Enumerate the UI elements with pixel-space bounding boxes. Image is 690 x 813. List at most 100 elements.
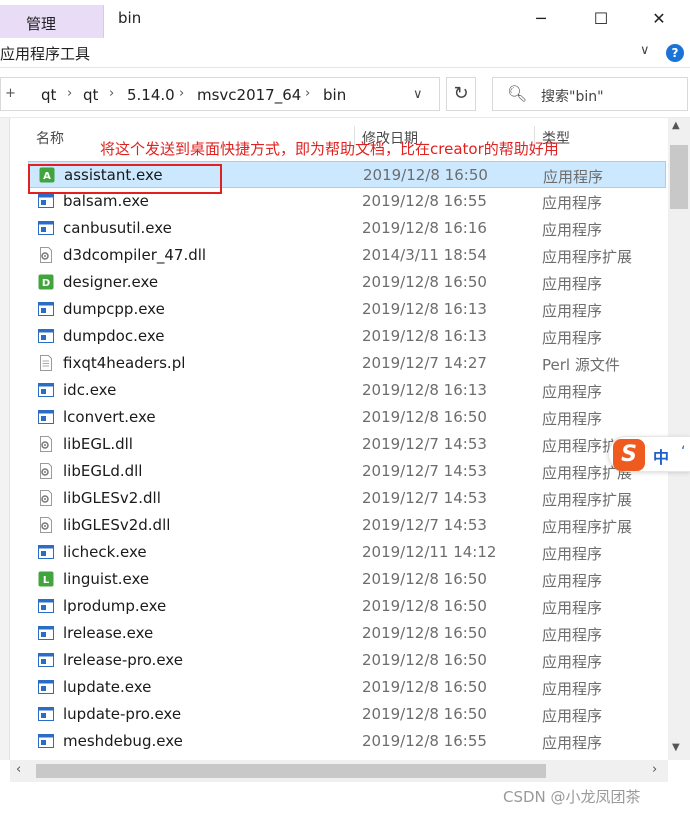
file-type: 应用程序 [542,626,603,644]
chevron-right-icon[interactable]: › [67,86,72,101]
exe-icon [38,625,54,641]
file-row[interactable]: libGLESv2d.dll 2019/12/7 14:53 应用程序扩展 [28,512,666,539]
scroll-right-icon[interactable]: › [652,762,657,777]
file-name[interactable]: dumpcpp.exe [63,300,165,318]
file-row[interactable]: libEGLd.dll 2019/12/7 14:53 应用程序扩展 [28,458,666,485]
exe-icon [38,706,54,722]
breadcrumb-item[interactable]: qt [83,86,98,104]
svg-text:D: D [42,278,50,289]
file-name[interactable]: fixqt4headers.pl [63,354,185,372]
file-row[interactable]: lconvert.exe 2019/12/8 16:50 应用程序 [28,404,666,431]
breadcrumb-current[interactable]: bin [323,86,346,104]
close-button[interactable]: ✕ [636,6,682,32]
file-row[interactable]: libGLESv2.dll 2019/12/7 14:53 应用程序扩展 [28,485,666,512]
file-row[interactable]: Ddesigner.exe 2019/12/8 16:50 应用程序 [28,269,666,296]
ribbon-tab-app-tools[interactable]: 应用程序工具 [0,43,90,64]
help-icon[interactable]: ? [666,44,684,62]
file-name[interactable]: designer.exe [63,273,158,291]
file-name[interactable]: libGLESv2.dll [63,489,161,507]
watermark: CSDN @小龙凤团茶 [503,788,641,806]
file-modified-date: 2019/12/8 16:50 [362,273,487,291]
chevron-down-icon[interactable]: ∨ [640,43,650,58]
file-type: 应用程序 [542,410,603,428]
file-row[interactable]: idc.exe 2019/12/8 16:13 应用程序 [28,377,666,404]
annotation-text: 将这个发送到桌面快捷方式，即为帮助文档，比在creator的帮助好用 [100,140,559,158]
file-name[interactable]: lupdate-pro.exe [63,705,181,723]
refresh-button[interactable]: ↻ [446,77,476,111]
file-modified-date: 2019/12/8 16:16 [362,219,487,237]
manage-tab-label: 管理 [26,15,57,33]
file-name[interactable]: idc.exe [63,381,116,399]
file-name[interactable]: lupdate.exe [63,678,151,696]
search-input[interactable]: 🔍︎ 搜索"bin" [492,77,688,111]
file-name[interactable]: canbusutil.exe [63,219,172,237]
file-row[interactable]: lrelease-pro.exe 2019/12/8 16:50 应用程序 [28,647,666,674]
chevron-right-icon[interactable]: › [179,86,184,101]
dll-icon [38,247,54,263]
file-type: 应用程序扩展 [542,248,633,266]
file-row[interactable]: lupdate.exe 2019/12/8 16:50 应用程序 [28,674,666,701]
file-name[interactable]: lconvert.exe [63,408,156,426]
scroll-down-icon[interactable]: ▼ [672,742,680,753]
file-row[interactable]: lrelease.exe 2019/12/8 16:50 应用程序 [28,620,666,647]
ime-punct-icon[interactable]: ‘ [681,444,685,460]
file-modified-date: 2019/12/8 16:50 [362,597,487,615]
chevron-right-icon[interactable]: + [5,86,16,101]
file-name[interactable]: linguist.exe [63,570,149,588]
chevron-right-icon[interactable]: › [109,86,114,101]
file-name[interactable]: libEGL.dll [63,435,133,453]
address-bar[interactable]: + qt › qt › 5.14.0 › msvc2017_64 › bin ∨ [0,77,440,111]
exe-icon [38,382,54,398]
ime-toolbar[interactable]: S 中 ‘ [608,436,690,472]
file-name[interactable]: libEGLd.dll [63,462,142,480]
search-icon: 🔍︎ [507,84,528,103]
file-name[interactable]: lprodump.exe [63,597,166,615]
file-row[interactable]: dumpdoc.exe 2019/12/8 16:13 应用程序 [28,323,666,350]
refresh-icon: ↻ [453,83,469,104]
ime-mode-label[interactable]: 中 [653,444,669,468]
file-row[interactable]: lprodump.exe 2019/12/8 16:50 应用程序 [28,593,666,620]
file-name[interactable]: lrelease-pro.exe [63,651,183,669]
file-name[interactable]: lrelease.exe [63,624,153,642]
exe-icon [38,652,54,668]
file-modified-date: 2019/12/8 16:13 [362,300,487,318]
exe-icon [38,544,54,560]
file-row[interactable]: licheck.exe 2019/12/11 14:12 应用程序 [28,539,666,566]
file-modified-date: 2019/12/7 14:27 [362,354,487,372]
scroll-up-icon[interactable]: ▲ [672,120,680,131]
file-row[interactable]: dumpcpp.exe 2019/12/8 16:13 应用程序 [28,296,666,323]
file-row[interactable]: d3dcompiler_47.dll 2014/3/11 18:54 应用程序扩展 [28,242,666,269]
exe-icon [38,598,54,614]
sogou-logo-icon[interactable]: S [613,439,645,471]
vertical-scroll-thumb[interactable] [670,145,688,209]
chevron-down-icon[interactable]: ∨ [413,87,423,102]
file-row[interactable]: Llinguist.exe 2019/12/8 16:50 应用程序 [28,566,666,593]
file-modified-date: 2019/12/7 14:53 [362,435,487,453]
file-name[interactable]: dumpdoc.exe [63,327,164,345]
file-name[interactable]: libGLESv2d.dll [63,516,170,534]
file-modified-date: 2019/12/11 14:12 [362,543,497,561]
chevron-right-icon[interactable]: › [305,86,310,101]
file-row[interactable]: fixqt4headers.pl 2019/12/7 14:27 Perl 源文件 [28,350,666,377]
breadcrumb-item[interactable]: 5.14.0 [127,86,175,104]
manage-tab[interactable]: 管理 [0,5,104,38]
maximize-button[interactable]: ☐ [578,6,624,32]
file-row[interactable]: canbusutil.exe 2019/12/8 16:16 应用程序 [28,215,666,242]
file-row[interactable]: lupdate-pro.exe 2019/12/8 16:50 应用程序 [28,701,666,728]
file-modified-date: 2019/12/8 16:55 [362,732,487,750]
file-name[interactable]: d3dcompiler_47.dll [63,246,206,264]
file-type: 应用程序 [542,275,603,293]
column-header-name[interactable]: 名称 [36,128,64,148]
breadcrumb-item[interactable]: msvc2017_64 [197,86,301,104]
file-name[interactable]: licheck.exe [63,543,147,561]
file-type: 应用程序 [543,168,604,186]
file-name[interactable]: meshdebug.exe [63,732,183,750]
breadcrumb-item[interactable]: qt [41,86,56,104]
search-placeholder: 搜索"bin" [541,89,604,105]
file-name[interactable]: balsam.exe [63,192,149,210]
file-row[interactable]: meshdebug.exe 2019/12/8 16:55 应用程序 [28,728,666,755]
scroll-left-icon[interactable]: ‹ [16,762,21,777]
file-row[interactable]: libEGL.dll 2019/12/7 14:53 应用程序扩展 [28,431,666,458]
horizontal-scroll-thumb[interactable] [36,764,546,778]
minimize-button[interactable]: ─ [518,6,564,32]
